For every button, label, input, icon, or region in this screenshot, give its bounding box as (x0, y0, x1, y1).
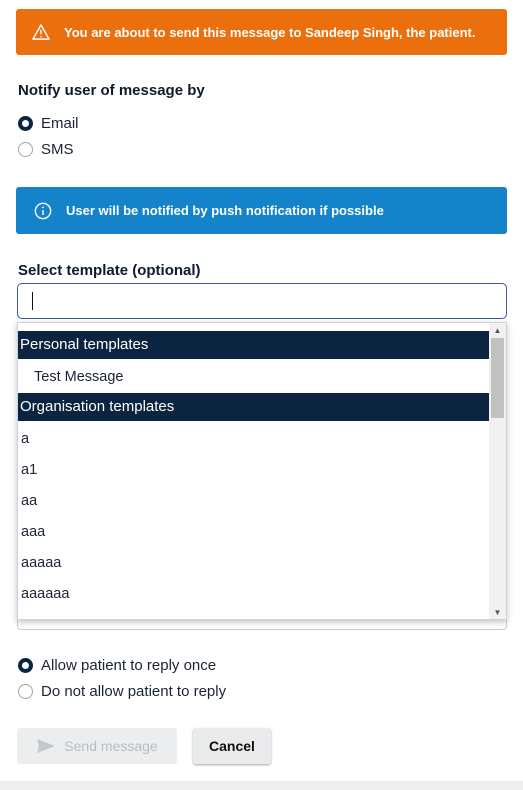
scrollbar-thumb[interactable] (491, 338, 504, 418)
template-option[interactable]: a (18, 424, 490, 455)
template-option[interactable]: Test Message (18, 362, 490, 393)
template-option[interactable]: aaaaaa (18, 579, 490, 610)
template-option[interactable]: aaa (18, 517, 490, 548)
radio-sms-indicator[interactable] (18, 142, 33, 157)
info-text: User will be notified by push notificati… (66, 203, 384, 218)
info-banner: User will be notified by push notificati… (16, 187, 507, 234)
radio-no-reply[interactable]: Do not allow patient to reply (18, 683, 226, 700)
template-options-list: Personal templates Test Message Organisa… (18, 331, 490, 610)
warning-banner: You are about to send this message to Sa… (16, 9, 507, 55)
dropdown-scrollbar[interactable]: ▲ ▼ (489, 323, 506, 619)
cancel-label: Cancel (209, 738, 255, 754)
radio-email-label: Email (41, 115, 79, 132)
template-dropdown[interactable]: Personal templates Test Message Organisa… (17, 322, 507, 620)
radio-allow-reply[interactable]: Allow patient to reply once (18, 657, 216, 674)
template-option[interactable]: aa (18, 486, 490, 517)
group-organisation-templates: Organisation templates (18, 393, 490, 421)
template-search-input[interactable] (17, 283, 507, 319)
warning-text: You are about to send this message to Sa… (64, 24, 476, 40)
radio-email[interactable]: Email (18, 115, 79, 132)
radio-sms-label: SMS (41, 141, 74, 158)
template-option[interactable]: aaaaa (18, 548, 490, 579)
radio-allow-reply-label: Allow patient to reply once (41, 657, 217, 674)
radio-email-indicator[interactable] (18, 116, 33, 131)
footer-strip (0, 781, 523, 790)
radio-allow-reply-indicator[interactable] (18, 658, 33, 673)
send-icon (37, 738, 56, 754)
cancel-button[interactable]: Cancel (193, 728, 271, 764)
scroll-down-arrow-icon[interactable]: ▼ (489, 605, 506, 619)
radio-no-reply-label: Do not allow patient to reply (41, 683, 227, 700)
template-heading: Select template (optional) (18, 262, 201, 279)
radio-no-reply-indicator[interactable] (18, 684, 33, 699)
group-personal-templates: Personal templates (18, 331, 490, 359)
template-option[interactable]: a1 (18, 455, 490, 486)
info-circle-icon (34, 202, 52, 219)
radio-sms[interactable]: SMS (18, 141, 74, 158)
scroll-up-arrow-icon[interactable]: ▲ (489, 323, 506, 337)
send-message-button[interactable]: Send message (17, 728, 177, 764)
text-caret (32, 292, 33, 310)
warning-triangle-icon (32, 24, 50, 40)
notify-heading: Notify user of message by (18, 82, 205, 99)
send-message-label: Send message (64, 738, 158, 754)
